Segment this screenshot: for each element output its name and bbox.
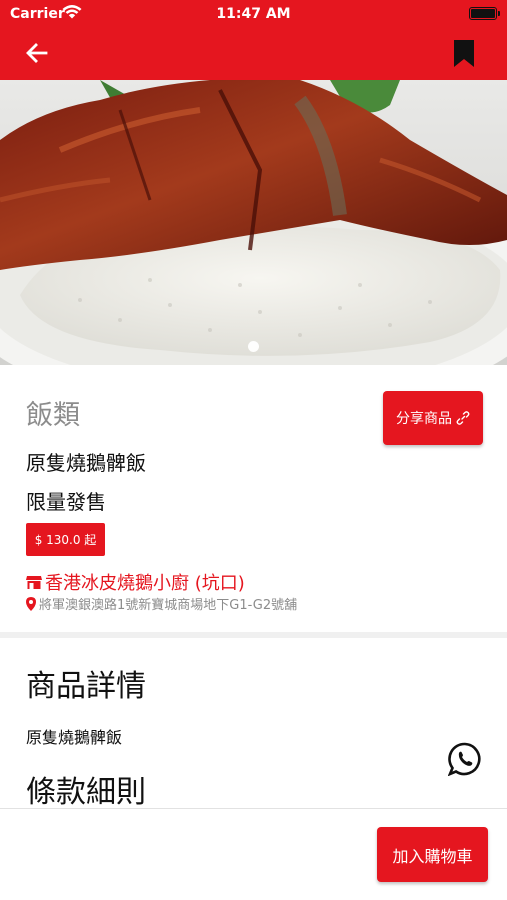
limited-tag: 限量發售: [26, 490, 106, 514]
store-address: 將軍澳銀澳路1號新寶城商場地下G1-G2號舖: [26, 594, 297, 613]
battery-icon: [469, 7, 500, 20]
link-icon: [456, 411, 470, 425]
arrow-left-icon[interactable]: [24, 40, 50, 66]
price-badge: $ 130.0 起: [26, 523, 105, 556]
nav-bar: [0, 28, 507, 80]
add-to-cart-button[interactable]: 加入購物車: [377, 827, 488, 882]
bookmark-icon[interactable]: [453, 39, 475, 68]
section-divider: [0, 632, 507, 638]
status-bar: Carrier 11:47 AM: [0, 0, 507, 28]
product-category: 飯類: [26, 400, 80, 431]
clock-time: 11:47 AM: [216, 6, 291, 22]
whatsapp-icon[interactable]: [448, 742, 482, 776]
store-icon: [26, 576, 42, 589]
store-name: 香港冰皮燒鵝小廚 (坑口): [45, 573, 245, 594]
terms-heading: 條款細則: [26, 775, 146, 810]
roast-goose-rice-photo: [0, 80, 507, 365]
share-product-button[interactable]: 分享商品: [383, 391, 483, 445]
address-text: 將軍澳銀澳路1號新寶城商場地下G1-G2號舖: [39, 598, 298, 613]
share-button-label: 分享商品: [396, 411, 452, 427]
store-link[interactable]: 香港冰皮燒鵝小廚 (坑口): [26, 569, 245, 595]
product-name: 原隻燒鵝髀飯: [26, 451, 146, 475]
product-details-text: 原隻燒鵝髀飯: [26, 728, 123, 747]
product-image[interactable]: [0, 80, 507, 365]
carousel-dot: [248, 341, 259, 352]
location-pin-icon: [26, 596, 36, 611]
product-details-heading: 商品詳情: [26, 669, 146, 704]
